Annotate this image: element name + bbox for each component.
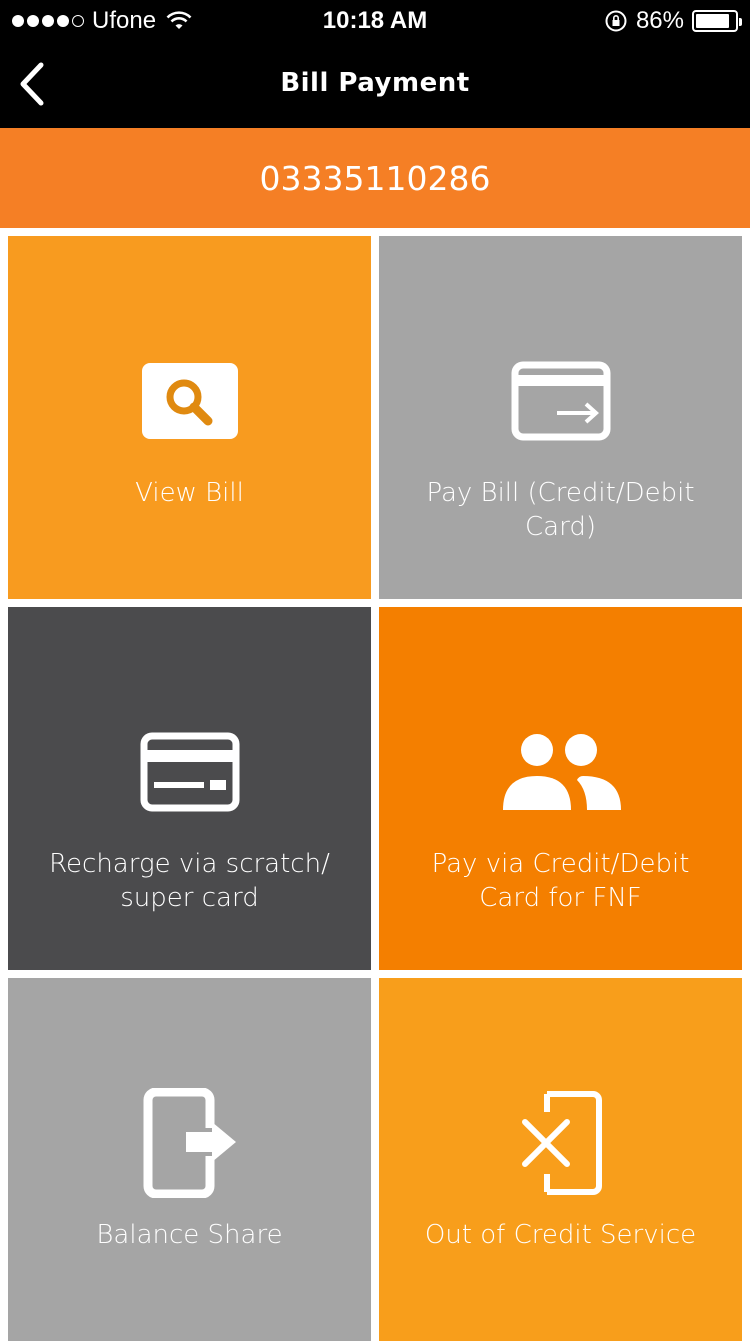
tile-label: Out of Credit Service bbox=[424, 1220, 697, 1250]
page-title: Bill Payment bbox=[280, 68, 470, 98]
status-right: 86% bbox=[604, 7, 742, 35]
balance-share-tile[interactable]: Balance Share bbox=[8, 978, 371, 1341]
tile-label: Recharge via scratch/ super card bbox=[49, 849, 330, 913]
pay-card-fnf-tile[interactable]: Pay via Credit/Debit Card for FNF bbox=[379, 607, 742, 970]
card-transfer-icon bbox=[511, 361, 610, 441]
service-grid: View Bill Pay Bill (Credit/Debit Card) R… bbox=[0, 228, 750, 1341]
battery-icon bbox=[692, 10, 742, 32]
users-icon bbox=[502, 734, 621, 810]
recharge-scratch-card-tile[interactable]: Recharge via scratch/ super card bbox=[8, 607, 371, 970]
out-of-credit-service-tile[interactable]: Out of Credit Service bbox=[379, 978, 742, 1341]
phone-cancel-icon bbox=[521, 1091, 602, 1195]
credit-card-icon bbox=[140, 732, 239, 812]
rotation-lock-icon bbox=[605, 10, 627, 32]
tile-label: Pay Bill (Credit/Debit Card) bbox=[426, 478, 695, 542]
view-bill-tile[interactable]: View Bill bbox=[8, 236, 371, 599]
pay-bill-card-tile[interactable]: Pay Bill (Credit/Debit Card) bbox=[379, 236, 742, 599]
navigation-bar: Bill Payment bbox=[0, 40, 750, 128]
search-icon bbox=[141, 363, 238, 439]
tile-label: Pay via Credit/Debit Card for FNF bbox=[431, 849, 690, 913]
phone-share-icon bbox=[143, 1088, 236, 1198]
tile-label: View Bill bbox=[135, 478, 244, 508]
tile-label: Balance Share bbox=[96, 1220, 283, 1250]
account-number: 03335110286 bbox=[259, 158, 491, 198]
battery-percentage: 86% bbox=[635, 7, 684, 34]
account-number-bar: 03335110286 bbox=[0, 128, 750, 228]
status-bar: Ufone 10:18 AM 86% bbox=[0, 0, 750, 40]
